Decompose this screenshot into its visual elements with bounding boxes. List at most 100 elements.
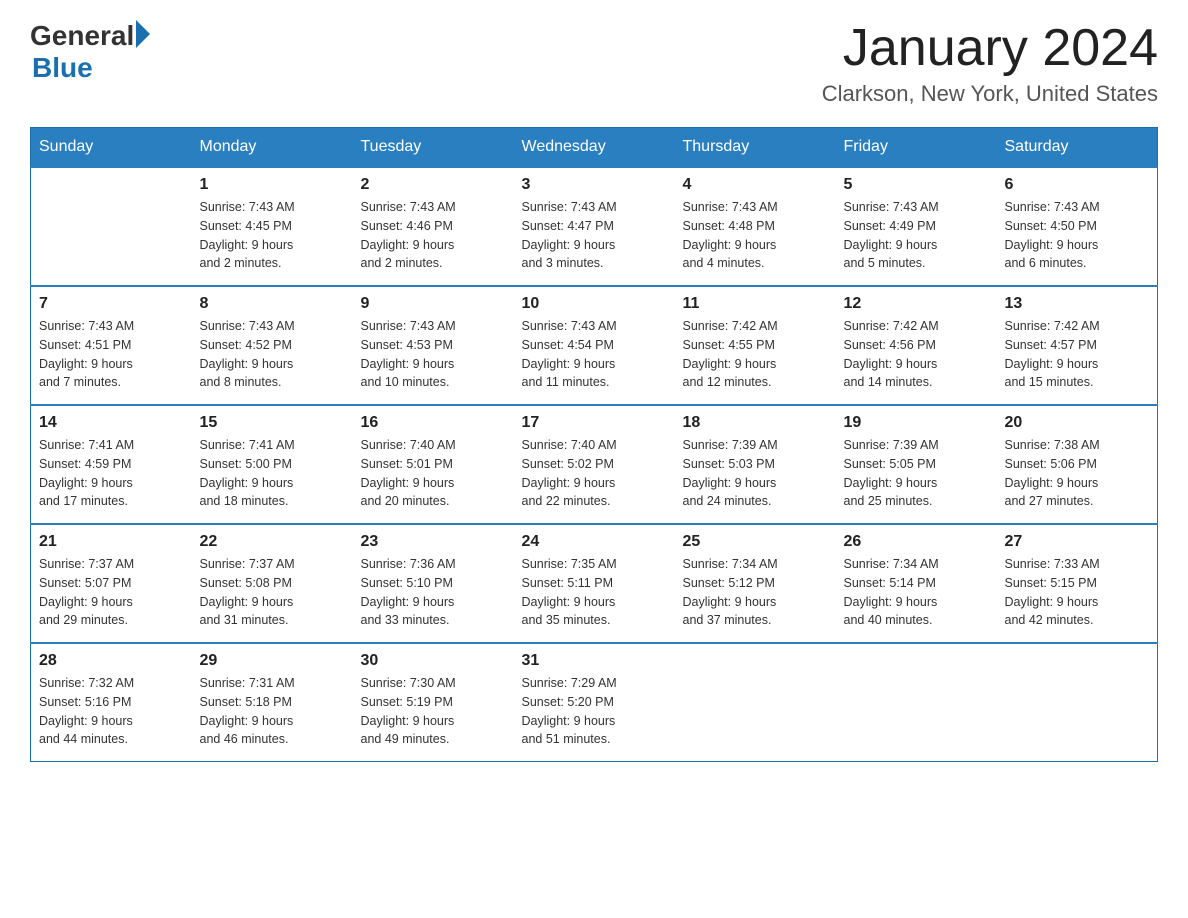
calendar-cell: 12 Sunrise: 7:42 AMSunset: 4:56 PMDayligh… [836,286,997,405]
logo-arrow-icon [136,20,150,48]
calendar-cell [836,643,997,762]
day-number: 4 [683,176,828,194]
title-section: January 2024 Clarkson, New York, United … [822,20,1158,107]
day-number: 31 [522,652,667,670]
calendar-cell: 28 Sunrise: 7:32 AMSunset: 5:16 PMDayligh… [31,643,192,762]
day-details: Sunrise: 7:42 AMSunset: 4:56 PMDaylight:… [844,317,989,392]
calendar-week-row: 28 Sunrise: 7:32 AMSunset: 5:16 PMDayligh… [31,643,1158,762]
page-header: General Blue January 2024 Clarkson, New … [30,20,1158,107]
day-number: 8 [200,295,345,313]
day-details: Sunrise: 7:41 AMSunset: 4:59 PMDaylight:… [39,436,184,511]
day-details: Sunrise: 7:43 AMSunset: 4:45 PMDaylight:… [200,198,345,273]
day-number: 27 [1005,533,1150,551]
day-details: Sunrise: 7:29 AMSunset: 5:20 PMDaylight:… [522,674,667,749]
calendar-cell: 5Sunrise: 7:43 AMSunset: 4:49 PMDaylight… [836,167,997,286]
calendar-cell: 14 Sunrise: 7:41 AMSunset: 4:59 PMDayligh… [31,405,192,524]
calendar-cell [31,167,192,286]
calendar-cell: 21 Sunrise: 7:37 AMSunset: 5:07 PMDayligh… [31,524,192,643]
location-subtitle: Clarkson, New York, United States [822,81,1158,107]
calendar-cell: 9Sunrise: 7:43 AMSunset: 4:53 PMDaylight… [353,286,514,405]
calendar-table: SundayMondayTuesdayWednesdayThursdayFrid… [30,127,1158,762]
day-number: 30 [361,652,506,670]
day-number: 2 [361,176,506,194]
day-number: 13 [1005,295,1150,313]
day-number: 9 [361,295,506,313]
day-of-week-header: Thursday [675,128,836,168]
day-number: 18 [683,414,828,432]
day-details: Sunrise: 7:42 AMSunset: 4:57 PMDaylight:… [1005,317,1150,392]
day-details: Sunrise: 7:34 AMSunset: 5:14 PMDaylight:… [844,555,989,630]
day-number: 28 [39,652,184,670]
day-details: Sunrise: 7:37 AMSunset: 5:08 PMDaylight:… [200,555,345,630]
calendar-cell: 27 Sunrise: 7:33 AMSunset: 5:15 PMDayligh… [997,524,1158,643]
calendar-cell: 10 Sunrise: 7:43 AMSunset: 4:54 PMDayligh… [514,286,675,405]
day-number: 26 [844,533,989,551]
day-of-week-header: Tuesday [353,128,514,168]
day-details: Sunrise: 7:38 AMSunset: 5:06 PMDaylight:… [1005,436,1150,511]
day-number: 1 [200,176,345,194]
day-details: Sunrise: 7:42 AMSunset: 4:55 PMDaylight:… [683,317,828,392]
calendar-cell: 1 Sunrise: 7:43 AMSunset: 4:45 PMDaylight… [192,167,353,286]
day-number: 17 [522,414,667,432]
day-details: Sunrise: 7:39 AMSunset: 5:03 PMDaylight:… [683,436,828,511]
day-details: Sunrise: 7:40 AMSunset: 5:01 PMDaylight:… [361,436,506,511]
calendar-cell: 2 Sunrise: 7:43 AMSunset: 4:46 PMDaylight… [353,167,514,286]
day-details: Sunrise: 7:41 AMSunset: 5:00 PMDaylight:… [200,436,345,511]
calendar-cell: 6 Sunrise: 7:43 AMSunset: 4:50 PMDaylight… [997,167,1158,286]
calendar-cell: 19 Sunrise: 7:39 AMSunset: 5:05 PMDayligh… [836,405,997,524]
calendar-week-row: 21 Sunrise: 7:37 AMSunset: 5:07 PMDayligh… [31,524,1158,643]
day-details: Sunrise: 7:43 AMSunset: 4:52 PMDaylight:… [200,317,345,392]
day-number: 6 [1005,176,1150,194]
logo-blue: Blue [32,52,150,84]
day-details: Sunrise: 7:33 AMSunset: 5:15 PMDaylight:… [1005,555,1150,630]
day-of-week-header: Sunday [31,128,192,168]
day-details: Sunrise: 7:32 AMSunset: 5:16 PMDaylight:… [39,674,184,749]
calendar-cell: 22 Sunrise: 7:37 AMSunset: 5:08 PMDayligh… [192,524,353,643]
day-number: 5 [844,176,989,194]
day-number: 21 [39,533,184,551]
calendar-cell: 13 Sunrise: 7:42 AMSunset: 4:57 PMDayligh… [997,286,1158,405]
calendar-cell: 11 Sunrise: 7:42 AMSunset: 4:55 PMDayligh… [675,286,836,405]
calendar-cell: 15 Sunrise: 7:41 AMSunset: 5:00 PMDayligh… [192,405,353,524]
calendar-cell [997,643,1158,762]
day-number: 24 [522,533,667,551]
calendar-cell: 3 Sunrise: 7:43 AMSunset: 4:47 PMDaylight… [514,167,675,286]
day-number: 29 [200,652,345,670]
calendar-cell: 29Sunrise: 7:31 AMSunset: 5:18 PMDayligh… [192,643,353,762]
day-details: Sunrise: 7:43 AMSunset: 4:46 PMDaylight:… [361,198,506,273]
day-details: Sunrise: 7:37 AMSunset: 5:07 PMDaylight:… [39,555,184,630]
day-details: Sunrise: 7:30 AMSunset: 5:19 PMDaylight:… [361,674,506,749]
day-details: Sunrise: 7:36 AMSunset: 5:10 PMDaylight:… [361,555,506,630]
day-details: Sunrise: 7:39 AMSunset: 5:05 PMDaylight:… [844,436,989,511]
day-of-week-header: Monday [192,128,353,168]
day-details: Sunrise: 7:43 AMSunset: 4:54 PMDaylight:… [522,317,667,392]
day-number: 16 [361,414,506,432]
day-number: 20 [1005,414,1150,432]
day-number: 11 [683,295,828,313]
day-of-week-header: Saturday [997,128,1158,168]
calendar-cell: 17Sunrise: 7:40 AMSunset: 5:02 PMDayligh… [514,405,675,524]
day-details: Sunrise: 7:43 AMSunset: 4:51 PMDaylight:… [39,317,184,392]
day-number: 12 [844,295,989,313]
day-number: 3 [522,176,667,194]
day-number: 14 [39,414,184,432]
logo: General Blue [30,20,150,84]
day-number: 25 [683,533,828,551]
day-number: 22 [200,533,345,551]
day-number: 7 [39,295,184,313]
calendar-cell: 24Sunrise: 7:35 AMSunset: 5:11 PMDayligh… [514,524,675,643]
calendar-cell: 31 Sunrise: 7:29 AMSunset: 5:20 PMDayligh… [514,643,675,762]
day-number: 19 [844,414,989,432]
logo-general: General [30,20,134,52]
calendar-cell: 30 Sunrise: 7:30 AMSunset: 5:19 PMDayligh… [353,643,514,762]
calendar-cell: 16 Sunrise: 7:40 AMSunset: 5:01 PMDayligh… [353,405,514,524]
calendar-header-row: SundayMondayTuesdayWednesdayThursdayFrid… [31,128,1158,168]
calendar-cell [675,643,836,762]
calendar-week-row: 1 Sunrise: 7:43 AMSunset: 4:45 PMDaylight… [31,167,1158,286]
calendar-cell: 25Sunrise: 7:34 AMSunset: 5:12 PMDayligh… [675,524,836,643]
day-number: 15 [200,414,345,432]
day-details: Sunrise: 7:43 AMSunset: 4:50 PMDaylight:… [1005,198,1150,273]
calendar-cell: 4Sunrise: 7:43 AMSunset: 4:48 PMDaylight… [675,167,836,286]
day-number: 10 [522,295,667,313]
day-details: Sunrise: 7:43 AMSunset: 4:47 PMDaylight:… [522,198,667,273]
